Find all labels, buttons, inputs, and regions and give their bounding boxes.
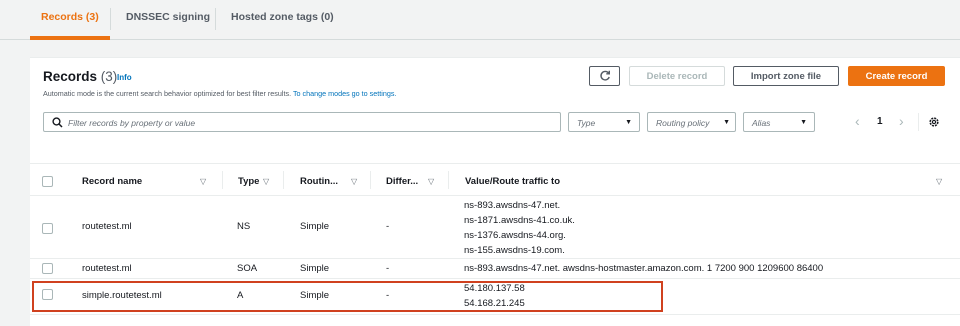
refresh-icon bbox=[599, 70, 610, 81]
delete-record-button[interactable]: Delete record bbox=[629, 66, 725, 86]
tab-hosted-zone-tags[interactable]: Hosted zone tags (0) bbox=[231, 11, 334, 23]
caret-down-icon: ▼ bbox=[625, 119, 632, 126]
search-icon bbox=[52, 117, 63, 128]
table-header-border bbox=[30, 195, 960, 196]
routing-policy-select[interactable]: Routing policy ▼ bbox=[647, 112, 736, 132]
col-routing-policy[interactable]: Routin... bbox=[300, 176, 338, 187]
column-divider bbox=[283, 171, 284, 189]
refresh-button[interactable] bbox=[589, 66, 620, 86]
differentiator: - bbox=[386, 221, 390, 232]
row-divider bbox=[30, 278, 960, 279]
type-select[interactable]: Type ▼ bbox=[568, 112, 640, 132]
info-link[interactable]: Info bbox=[117, 73, 132, 82]
routing-policy: Simple bbox=[300, 263, 330, 274]
sort-icon[interactable]: ▽ bbox=[428, 177, 434, 186]
record-value: ns-1376.awsdns-44.org. bbox=[464, 230, 566, 241]
routing-policy-label: Routing policy bbox=[656, 118, 710, 128]
caret-down-icon: ▼ bbox=[800, 119, 807, 126]
records-panel: Records (3) Info Automatic mode is the c… bbox=[30, 57, 960, 326]
row-checkbox[interactable] bbox=[42, 263, 53, 274]
tab-divider bbox=[215, 8, 216, 30]
col-record-name[interactable]: Record name bbox=[82, 176, 142, 187]
row-highlight-box bbox=[32, 281, 663, 312]
record-values: ns-893.awsdns-47.net. ns-1871.awsdns-41.… bbox=[464, 198, 575, 258]
column-divider bbox=[370, 171, 371, 189]
page-title: Records (3) bbox=[43, 69, 117, 84]
alias-select[interactable]: Alias ▼ bbox=[743, 112, 815, 132]
row-checkbox[interactable] bbox=[42, 223, 53, 234]
col-type[interactable]: Type bbox=[238, 176, 259, 187]
sort-icon[interactable]: ▽ bbox=[263, 177, 269, 186]
search-placeholder: Filter records by property or value bbox=[68, 118, 196, 128]
sort-icon[interactable]: ▽ bbox=[936, 177, 942, 186]
record-name[interactable]: routetest.ml bbox=[82, 263, 132, 274]
column-divider bbox=[222, 171, 223, 189]
record-value: ns-893.awsdns-47.net. bbox=[464, 200, 561, 211]
row-divider bbox=[30, 258, 960, 259]
records-title: Records bbox=[43, 69, 98, 84]
tab-bar: Records (3) DNSSEC signing Hosted zone t… bbox=[0, 0, 960, 40]
change-modes-link[interactable]: To change modes go to settings. bbox=[293, 89, 396, 98]
type-select-label: Type bbox=[577, 118, 596, 128]
records-count: (3) bbox=[100, 69, 118, 84]
routing-policy: Simple bbox=[300, 221, 330, 232]
gear-icon[interactable] bbox=[928, 116, 940, 128]
column-divider bbox=[448, 171, 449, 189]
col-value-route-traffic[interactable]: Value/Route traffic to bbox=[465, 176, 560, 187]
differentiator: - bbox=[386, 263, 390, 274]
tab-records[interactable]: Records (3) bbox=[41, 11, 99, 23]
caret-down-icon: ▼ bbox=[723, 119, 730, 126]
row-divider bbox=[30, 314, 960, 315]
record-type: SOA bbox=[237, 263, 258, 274]
pager-divider bbox=[918, 113, 919, 131]
select-all-checkbox[interactable] bbox=[42, 176, 53, 187]
import-zone-file-button[interactable]: Import zone file bbox=[733, 66, 839, 86]
record-value: ns-1871.awsdns-41.co.uk. bbox=[464, 215, 575, 226]
search-input[interactable]: Filter records by property or value bbox=[43, 112, 561, 132]
previous-page-button[interactable]: ‹ bbox=[855, 113, 860, 129]
record-type: NS bbox=[237, 221, 251, 232]
create-record-button[interactable]: Create record bbox=[848, 66, 945, 86]
alias-select-label: Alias bbox=[752, 118, 771, 128]
record-value: ns-155.awsdns-19.com. bbox=[464, 245, 565, 256]
page-number[interactable]: 1 bbox=[877, 116, 883, 127]
record-value: ns-893.awsdns-47.net. awsdns-hostmaster.… bbox=[464, 263, 824, 274]
description-text: Automatic mode is the current search beh… bbox=[43, 89, 292, 98]
table-top-border bbox=[30, 163, 960, 164]
active-tab-indicator bbox=[30, 36, 110, 40]
next-page-button[interactable]: › bbox=[899, 113, 904, 129]
record-name[interactable]: routetest.ml bbox=[82, 221, 132, 232]
sort-icon[interactable]: ▽ bbox=[200, 177, 206, 186]
tab-divider bbox=[110, 8, 111, 30]
search-mode-description: Automatic mode is the current search beh… bbox=[43, 89, 396, 98]
tab-dnssec-signing[interactable]: DNSSEC signing bbox=[126, 11, 210, 23]
col-differentiator[interactable]: Differ... bbox=[386, 176, 418, 187]
sort-icon[interactable]: ▽ bbox=[351, 177, 357, 186]
